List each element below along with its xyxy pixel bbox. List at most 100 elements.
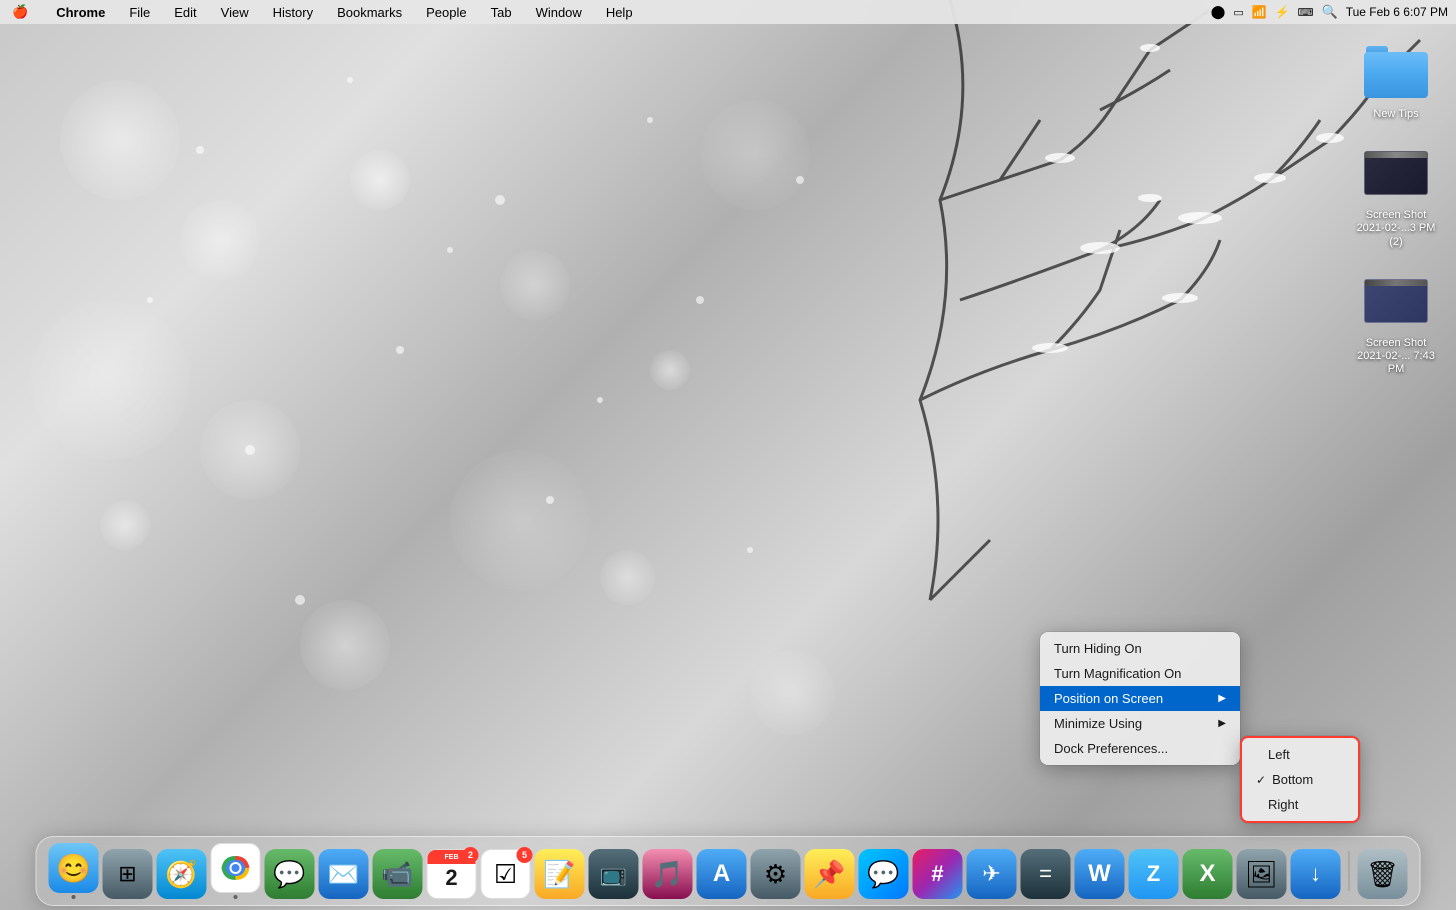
reminders-badge: 5: [517, 847, 533, 863]
dock-item-chrome[interactable]: [211, 843, 261, 899]
app-name[interactable]: Chrome: [52, 5, 109, 20]
context-menu-dock-preferences[interactable]: Dock Preferences...: [1040, 736, 1240, 761]
menu-people[interactable]: People: [422, 5, 470, 20]
menu-window[interactable]: Window: [532, 5, 586, 20]
dock-item-messenger[interactable]: 💬: [859, 849, 909, 899]
finder-dot: [72, 895, 76, 899]
screenshot2-icon: [1364, 269, 1428, 333]
word-icon: W: [1075, 849, 1125, 899]
desktop: 🍎 Chrome File Edit View History Bookmark…: [0, 0, 1456, 910]
systemprefs-icon: ⚙: [751, 849, 801, 899]
dock-item-preview[interactable]: 🖼: [1237, 849, 1287, 899]
dock-item-safari[interactable]: 🧭: [157, 849, 207, 899]
downie-icon: ↓: [1291, 849, 1341, 899]
dock-separator: [1349, 851, 1350, 891]
dock-item-reminders[interactable]: ☑ 5: [481, 849, 531, 899]
calendar-badge: 2: [463, 847, 479, 863]
desktop-icons: New Tips Screen Shot 2021-02-...3 PM (2)…: [1356, 40, 1436, 376]
calculator-icon: =: [1021, 849, 1071, 899]
submenu-bottom[interactable]: Bottom: [1242, 767, 1358, 792]
dock-item-notes[interactable]: 📝: [535, 849, 585, 899]
launchpad-icon: ⊞: [103, 849, 153, 899]
menubar: 🍎 Chrome File Edit View History Bookmark…: [0, 0, 1456, 24]
chrome-dot: [234, 895, 238, 899]
battery-icon[interactable]: ▭: [1233, 6, 1243, 19]
menu-bookmarks[interactable]: Bookmarks: [333, 5, 406, 20]
dock-item-word[interactable]: W: [1075, 849, 1125, 899]
dock-item-appletv[interactable]: 📺: [589, 849, 639, 899]
appstore-icon: A: [697, 849, 747, 899]
context-menu-minimize-using[interactable]: Minimize Using ▶: [1040, 711, 1240, 736]
dock-item-slack[interactable]: #: [913, 849, 963, 899]
dock: 😊 ⊞ 🧭: [36, 836, 1421, 906]
minimize-chevron: ▶: [1218, 718, 1226, 729]
screenshot2-label: Screen Shot 2021-02-... 7:43 PM: [1356, 337, 1436, 377]
excel-icon: X: [1183, 849, 1233, 899]
calendar-icon: FEB 2 2: [427, 849, 477, 899]
facetime-icon: 📹: [373, 849, 423, 899]
safari-icon: 🧭: [157, 849, 207, 899]
keyboard-icon[interactable]: ⌨: [1298, 6, 1314, 19]
bluetooth-icon[interactable]: ⚡: [1275, 5, 1290, 19]
context-menu-position-on-screen[interactable]: Position on Screen ▶ Left Bottom Right: [1040, 686, 1240, 711]
dock-item-trash[interactable]: 🗑: [1358, 849, 1408, 899]
dock-item-mail[interactable]: ✉️: [319, 849, 369, 899]
folder-icon: [1364, 40, 1428, 104]
submenu-right[interactable]: Right: [1242, 792, 1358, 817]
dock-item-appstore[interactable]: A: [697, 849, 747, 899]
new-tips-label: New Tips: [1373, 108, 1418, 121]
context-menu-turn-magnification[interactable]: Turn Magnification On: [1040, 661, 1240, 686]
datetime: Tue Feb 6 6:07 PM: [1346, 5, 1448, 19]
notes-icon: 📝: [535, 849, 585, 899]
menu-history[interactable]: History: [269, 5, 317, 20]
preview-icon: 🖼: [1237, 849, 1287, 899]
desktop-icon-new-tips[interactable]: New Tips: [1356, 40, 1436, 121]
mail-icon: ✉️: [319, 849, 369, 899]
menu-help[interactable]: Help: [602, 5, 637, 20]
submenu-left[interactable]: Left: [1242, 742, 1358, 767]
menu-tab[interactable]: Tab: [487, 5, 516, 20]
screenshot1-label: Screen Shot 2021-02-...3 PM (2): [1356, 209, 1436, 249]
menubar-left: 🍎 Chrome File Edit View History Bookmark…: [8, 4, 637, 20]
screenshot1-icon: [1364, 141, 1428, 205]
position-submenu: Left Bottom Right: [1240, 736, 1360, 823]
zoom-icon: Z: [1129, 849, 1179, 899]
messages-icon: 💬: [265, 849, 315, 899]
dock-item-facetime[interactable]: 📹: [373, 849, 423, 899]
trash-icon: 🗑: [1358, 849, 1408, 899]
dock-item-music[interactable]: 🎵: [643, 849, 693, 899]
context-menu: Turn Hiding On Turn Magnification On Pos…: [1040, 632, 1240, 765]
menu-file[interactable]: File: [125, 5, 154, 20]
context-menu-turn-hiding[interactable]: Turn Hiding On: [1040, 636, 1240, 661]
dock-item-finder[interactable]: 😊: [49, 843, 99, 899]
finder-icon: 😊: [49, 843, 99, 893]
chrome-icon: [211, 843, 261, 893]
messenger-icon: 💬: [859, 849, 909, 899]
dock-item-stickies[interactable]: 📌: [805, 849, 855, 899]
dock-item-systemprefs[interactable]: ⚙: [751, 849, 801, 899]
menu-edit[interactable]: Edit: [170, 5, 200, 20]
dock-item-messages[interactable]: 💬: [265, 849, 315, 899]
appletv-icon: 📺: [589, 849, 639, 899]
dock-item-calendar[interactable]: FEB 2 2: [427, 849, 477, 899]
position-chevron: ▶: [1218, 693, 1226, 704]
context-menu-main: Turn Hiding On Turn Magnification On Pos…: [1040, 632, 1240, 765]
stickies-icon: 📌: [805, 849, 855, 899]
dock-item-airmail[interactable]: ✈: [967, 849, 1017, 899]
dock-item-calculator[interactable]: =: [1021, 849, 1071, 899]
airmail-icon: ✈: [967, 849, 1017, 899]
desktop-icon-screenshot1[interactable]: Screen Shot 2021-02-...3 PM (2): [1356, 141, 1436, 249]
slack-icon: #: [913, 849, 963, 899]
screen-record-icon[interactable]: ⬤: [1211, 4, 1226, 20]
reminders-icon: ☑ 5: [481, 849, 531, 899]
dock-item-zoom[interactable]: Z: [1129, 849, 1179, 899]
dock-item-launchpad[interactable]: ⊞: [103, 849, 153, 899]
wifi-icon[interactable]: 📶: [1252, 5, 1267, 19]
menu-view[interactable]: View: [217, 5, 253, 20]
apple-menu[interactable]: 🍎: [8, 4, 32, 20]
search-icon[interactable]: 🔍: [1322, 4, 1338, 20]
dock-item-excel[interactable]: X: [1183, 849, 1233, 899]
dock-item-downie[interactable]: ↓: [1291, 849, 1341, 899]
desktop-icon-screenshot2[interactable]: Screen Shot 2021-02-... 7:43 PM: [1356, 269, 1436, 377]
music-icon: 🎵: [643, 849, 693, 899]
